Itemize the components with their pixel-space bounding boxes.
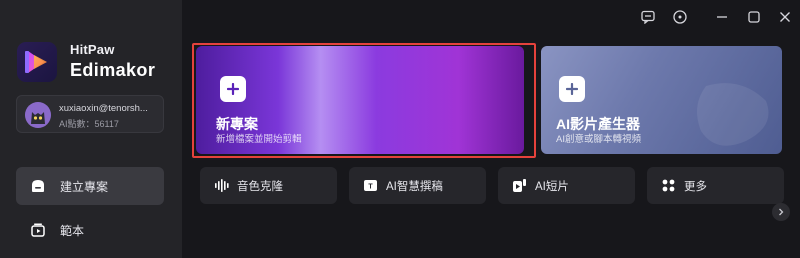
feedback-icon[interactable] (640, 9, 656, 25)
maximize-icon[interactable] (746, 9, 762, 25)
scroll-right-button[interactable] (772, 203, 790, 221)
create-project-icon (30, 178, 46, 194)
tool-ai-short-video[interactable]: AI短片 (498, 167, 635, 204)
sidebar-item-label: 建立專案 (60, 179, 109, 194)
selection-highlight-frame (192, 43, 536, 158)
user-account-card[interactable]: xuxiaoxin@tenorsh... AI點數：56117 (16, 95, 164, 133)
tool-label: AI智慧撰稿 (386, 180, 443, 193)
ai-video-generator-card[interactable]: AI影片產生器 AI創意或腳本轉視頻 (541, 46, 782, 154)
sidebar-item-label: 範本 (60, 223, 85, 238)
ai-points: AI點數：56117 (59, 119, 119, 129)
sidebar-item-create-project[interactable]: 建立專案 (16, 167, 164, 205)
sidebar: HitPaw Edimakor xuxiaoxin@tenorsh... AI點… (0, 0, 182, 258)
voice-clone-icon (214, 178, 229, 193)
minimize-icon[interactable] (714, 9, 730, 25)
tool-ai-copywriting[interactable]: T AI智慧撰稿 (349, 167, 486, 204)
ai-short-video-icon (512, 178, 527, 193)
chevron-right-icon (779, 208, 784, 216)
avatar (25, 102, 51, 128)
tool-label: 更多 (684, 180, 707, 193)
info-icon[interactable] (672, 9, 688, 25)
sidebar-item-templates[interactable]: 範本 (16, 211, 164, 249)
user-email: xuxiaoxin@tenorsh... (59, 103, 148, 114)
ai-video-generator-subtitle: AI創意或腳本轉視頻 (556, 134, 641, 145)
ai-copywriting-icon: T (363, 178, 378, 193)
tool-more[interactable]: 更多 (647, 167, 784, 204)
brand-name-line1: HitPaw (70, 42, 115, 57)
tool-label: AI短片 (535, 180, 569, 193)
plus-icon (559, 76, 585, 102)
edimakor-logo (17, 42, 57, 82)
tool-label: 音色克隆 (237, 180, 283, 193)
template-icon (30, 222, 46, 238)
tool-voice-clone[interactable]: 音色克隆 (200, 167, 337, 204)
more-icon (661, 178, 676, 193)
svg-text:T: T (368, 184, 373, 191)
close-icon[interactable] (777, 9, 793, 25)
brand-name-line2: Edimakor (70, 60, 156, 80)
